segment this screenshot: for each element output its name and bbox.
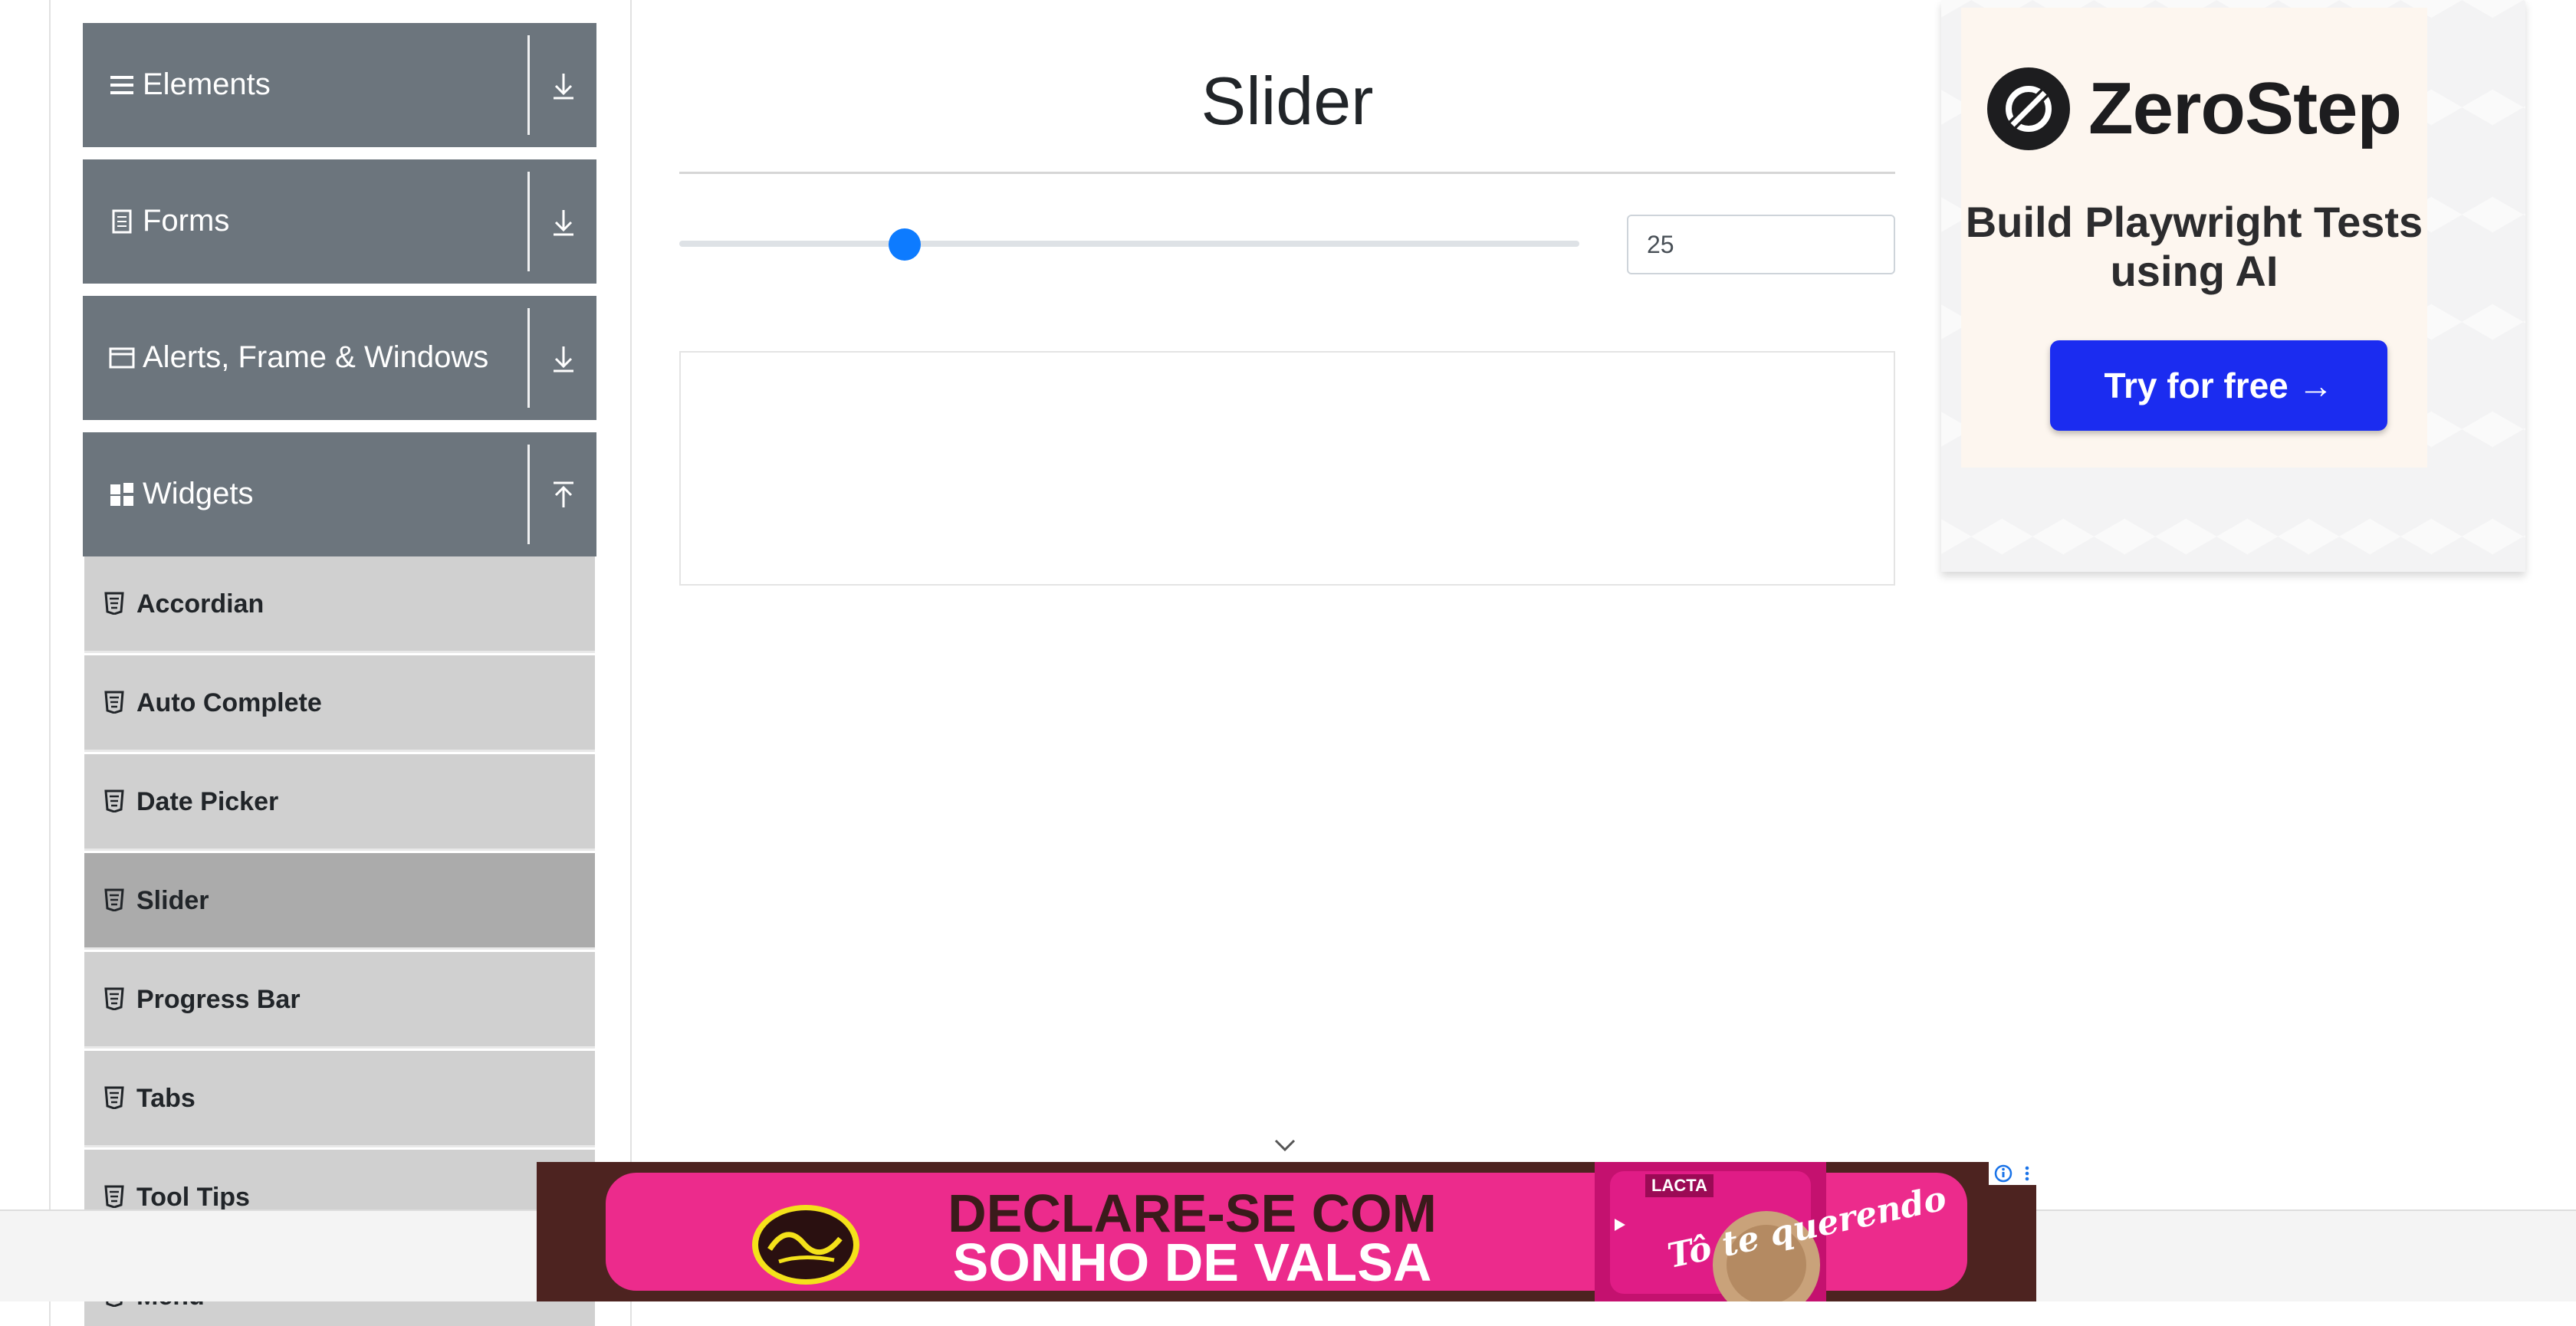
item-icon (104, 1185, 124, 1209)
bottom-banner-ad[interactable]: DECLARE-SE COM SONHO DE VALSA LACTA Tô t… (537, 1162, 2036, 1301)
ad-choices[interactable] (1989, 1162, 2036, 1185)
product-brand: LACTA (1645, 1174, 1714, 1197)
sidebar-item-label: Tabs (136, 1084, 196, 1113)
sidebar-item-label: Date Picker (136, 787, 279, 816)
item-icon (104, 987, 124, 1011)
title-divider (679, 172, 1895, 174)
sidebar-group-label: Widgets (143, 477, 254, 510)
sidebar-group-forms[interactable]: Forms (83, 159, 596, 284)
info-icon[interactable] (1994, 1164, 2013, 1183)
group-divider (527, 172, 530, 271)
group-divider (527, 35, 530, 135)
ad-cta-button[interactable]: Try for free → (2050, 340, 2387, 431)
range-slider[interactable] (679, 228, 1579, 261)
sidebar-group-alerts-frame-windows[interactable]: Alerts, Frame & Windows (83, 296, 596, 420)
widgets-icon (107, 480, 136, 509)
item-icon (104, 888, 124, 912)
ad-tagline: Build Playwright Tests using AI (1965, 198, 2423, 295)
content-panel (679, 351, 1895, 586)
sidebar-group-elements[interactable]: Elements (83, 23, 596, 147)
group-divider (527, 308, 530, 408)
chevron-down-icon[interactable] (1273, 1136, 1297, 1154)
slider-value-field[interactable]: 25 (1627, 215, 1895, 274)
zerostep-logo-icon (1987, 67, 2070, 150)
sidebar-item-label: Auto Complete (136, 688, 322, 717)
page-title: Slider (1201, 63, 1374, 139)
ad-card: ZeroStep Build Playwright Tests using AI… (1961, 8, 2427, 468)
item-icon (104, 1086, 124, 1110)
sidebar-item-progress-bar[interactable]: Progress Bar (84, 952, 595, 1049)
more-options-icon[interactable] (2022, 1164, 2032, 1183)
sidebar-item-slider[interactable]: Slider (84, 853, 595, 950)
page: Elements Forms Alerts, Frame & Windows W… (0, 0, 2576, 1326)
ad-brand-name: ZeroStep (2088, 67, 2402, 149)
sidebar-group-label: Forms (143, 204, 230, 238)
sidebar-item-label: Accordian (136, 589, 264, 619)
sidebar-group-widgets[interactable]: Widgets (83, 432, 596, 556)
expand-arrow-icon[interactable] (546, 202, 581, 242)
item-icon (104, 789, 124, 813)
sidebar-border (630, 0, 632, 1326)
item-icon (104, 592, 124, 615)
slider-thumb[interactable] (888, 228, 921, 261)
form-icon (107, 207, 136, 236)
sidebar-item-label: Progress Bar (136, 985, 301, 1014)
collapse-arrow-icon[interactable] (546, 475, 581, 515)
list-icon (107, 71, 136, 100)
sidebar-group-label: Alerts, Frame & Windows (143, 340, 489, 374)
sidebar-item-label: Slider (136, 886, 209, 915)
sidebar-item-date-picker[interactable]: Date Picker (84, 754, 595, 851)
item-icon (104, 691, 124, 714)
window-icon (107, 343, 136, 373)
product-image: LACTA Tô te querendo (1595, 1162, 1950, 1301)
sidebar-item-auto-complete[interactable]: Auto Complete (84, 655, 595, 752)
sidebar-group-label: Elements (143, 67, 271, 101)
expand-arrow-icon[interactable] (546, 66, 581, 106)
sidebar-item-accordian[interactable]: Accordian (84, 556, 595, 653)
expand-arrow-icon[interactable] (546, 339, 581, 379)
page-left-border (49, 0, 51, 1326)
side-advertisement[interactable]: ZeroStep Build Playwright Tests using AI… (1941, 0, 2525, 572)
sidebar-item-tabs[interactable]: Tabs (84, 1051, 595, 1147)
group-divider (527, 445, 530, 544)
